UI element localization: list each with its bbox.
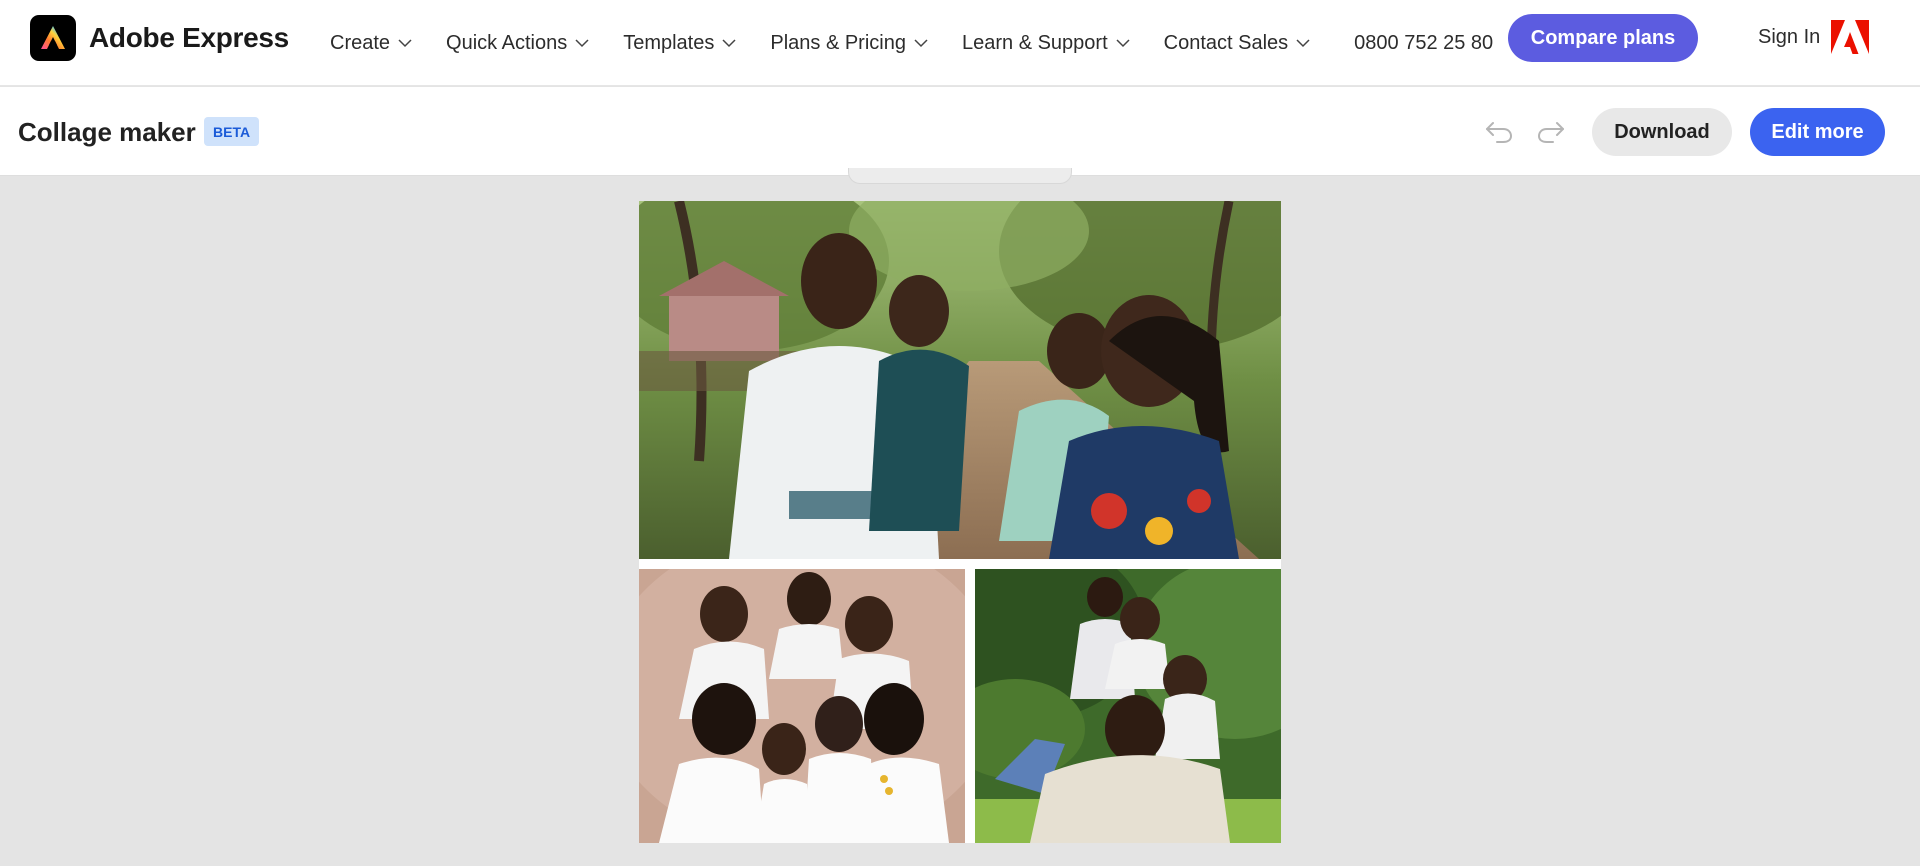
- nav-item-learn-support[interactable]: Learn & Support: [962, 32, 1130, 55]
- redo-icon: [1537, 122, 1564, 143]
- nav-item-label: Contact Sales: [1163, 31, 1289, 54]
- chevron-down-icon: [575, 39, 589, 48]
- collage-photo-3[interactable]: [975, 569, 1281, 843]
- nav-item-label: Plans & Pricing: [770, 31, 906, 54]
- family-outdoors-image: [639, 201, 1281, 559]
- download-button[interactable]: Download: [1592, 108, 1732, 156]
- nav-item-plans-pricing[interactable]: Plans & Pricing: [770, 32, 928, 55]
- collage-canvas: [639, 201, 1281, 843]
- undo-button[interactable]: [1482, 117, 1516, 147]
- undo-icon: [1486, 122, 1513, 143]
- edit-more-button[interactable]: Edit more: [1750, 108, 1885, 156]
- adobe-logo-icon[interactable]: [1831, 20, 1869, 54]
- phone-number-link[interactable]: 0800 752 25 80: [1354, 32, 1493, 55]
- nav-item-label: Learn & Support: [961, 31, 1108, 54]
- top-navigation: Adobe Express Create Quick Actions Templ…: [0, 0, 1920, 86]
- nav-item-quick-actions[interactable]: Quick Actions: [446, 32, 589, 55]
- compare-plans-button[interactable]: Compare plans: [1508, 14, 1698, 62]
- nav-item-label: Quick Actions: [446, 31, 568, 54]
- nav-item-contact-sales[interactable]: Contact Sales: [1164, 32, 1311, 55]
- collage-photo-1[interactable]: [639, 201, 1281, 559]
- main-nav: Create Quick Actions Templates Plans & P…: [330, 0, 1493, 86]
- sign-in-link[interactable]: Sign In: [1758, 26, 1820, 49]
- collage-photo-2[interactable]: [639, 569, 965, 843]
- beta-badge: BETA: [204, 117, 260, 146]
- page-title: Collage maker: [18, 117, 196, 147]
- family-on-grass-image: [975, 569, 1281, 843]
- adobe-express-logo-icon: [30, 15, 76, 61]
- family-studio-image: [639, 569, 965, 843]
- nav-item-create[interactable]: Create: [330, 32, 412, 55]
- brand-name: Adobe Express: [89, 22, 289, 53]
- brand[interactable]: Adobe Express: [30, 15, 289, 61]
- chevron-down-icon: [914, 39, 928, 48]
- chevron-down-icon: [1296, 39, 1310, 48]
- nav-item-templates[interactable]: Templates: [623, 32, 736, 55]
- nav-item-label: Templates: [623, 31, 715, 54]
- nav-item-label: Create: [330, 31, 391, 54]
- canvas-toolbar-handle[interactable]: [848, 168, 1072, 184]
- chevron-down-icon: [398, 39, 412, 48]
- chevron-down-icon: [1116, 39, 1130, 48]
- chevron-down-icon: [722, 39, 736, 48]
- redo-button[interactable]: [1534, 117, 1568, 147]
